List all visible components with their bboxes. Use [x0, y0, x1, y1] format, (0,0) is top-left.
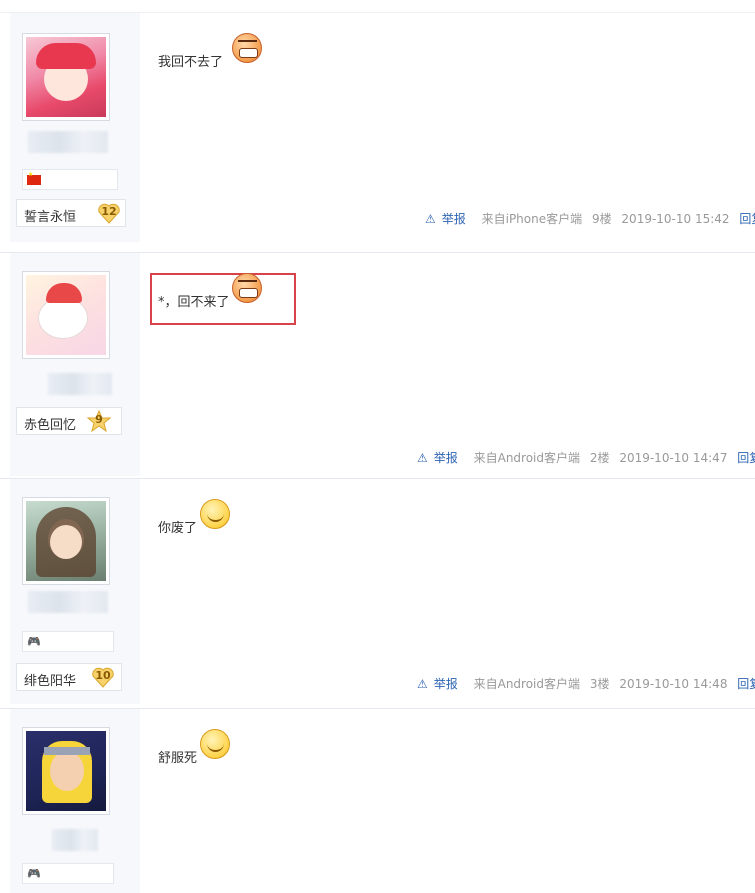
post-time: 2019-10-10 14:48 [619, 677, 728, 691]
post-floor-3: 🎮 绯色阳华 10 你废了 ⚠ 举报 来自Android客户端 3楼 2019-1… [0, 478, 755, 704]
level-box[interactable]: 誓言永恒 12 [16, 199, 126, 227]
reply-link[interactable]: 回复 [737, 451, 755, 465]
post-meta: ⚠举报 来自iPhone客户端 9楼 2019-10-10 15:42 回复 [425, 210, 755, 227]
client-source: 来自Android客户端 [473, 677, 581, 691]
level-star-icon: 9 [86, 409, 112, 433]
badge-box [22, 169, 118, 190]
post-time: 2019-10-10 14:47 [619, 451, 728, 465]
post-message: *，回不来了 [158, 295, 230, 310]
smile-face-icon [200, 499, 230, 529]
angry-face-icon [232, 273, 262, 303]
post-time: 2019-10-10 15:42 [621, 212, 730, 226]
reply-link[interactable]: 回复 [739, 212, 755, 226]
avatar[interactable] [22, 497, 110, 585]
angry-face-icon [232, 33, 262, 63]
post-floor-4: 🎮 舒服死 [0, 708, 755, 893]
post-floor-9: 誓言永恒 12 我回不去了 ⚠举报 来自iPhone客户端 9楼 2019-10… [0, 12, 755, 242]
warning-icon: ⚠ [425, 212, 436, 226]
china-flag-icon [27, 171, 41, 185]
post-message: 我回不去了 [158, 55, 224, 70]
level-number: 10 [95, 669, 111, 682]
report-link[interactable]: ⚠ 举报 [417, 677, 464, 691]
post-meta: ⚠举报 来自Android客户端 3楼 2019-10-10 14:48 回复 [417, 675, 755, 692]
floor-number: 3楼 [589, 677, 610, 691]
game-icon: 🎮 [27, 635, 41, 648]
smile-face-icon [200, 729, 230, 759]
level-box[interactable]: 绯色阳华 10 [16, 663, 122, 691]
warning-icon: ⚠ [417, 677, 428, 691]
floor-number: 2楼 [589, 451, 610, 465]
avatar[interactable] [22, 33, 110, 121]
post-floor-2: 赤色回忆 9 *，回不来了 ⚠ 举报 来自Android客户端 2楼 2019-1… [0, 252, 755, 476]
warning-icon: ⚠ [417, 451, 428, 465]
post-message: 舒服死 [158, 751, 198, 766]
level-heart-icon: 12 [97, 202, 121, 224]
level-name: 绯色阳华 [24, 674, 77, 689]
username-blurred[interactable] [28, 591, 108, 613]
level-name: 誓言永恒 [24, 210, 77, 225]
username-blurred[interactable] [48, 373, 112, 395]
floor-number: 9楼 [591, 212, 612, 226]
avatar[interactable] [22, 727, 110, 815]
badge-box: 🎮 [22, 631, 114, 652]
level-name: 赤色回忆 [24, 418, 77, 433]
level-number: 9 [95, 413, 103, 426]
reply-link[interactable]: 回复 [737, 677, 755, 691]
avatar[interactable] [22, 271, 110, 359]
client-source: 来自Android客户端 [473, 451, 581, 465]
post-message: 你废了 [158, 521, 198, 536]
badge-box: 🎮 [22, 863, 114, 884]
level-box[interactable]: 赤色回忆 9 [16, 407, 122, 435]
game-icon: 🎮 [27, 867, 41, 880]
username-blurred[interactable] [28, 131, 108, 153]
username-blurred[interactable] [52, 829, 98, 851]
level-heart-icon: 10 [91, 666, 115, 688]
report-link[interactable]: ⚠ 举报 [425, 212, 472, 226]
client-source: 来自iPhone客户端 [481, 212, 583, 226]
report-link[interactable]: ⚠ 举报 [417, 451, 464, 465]
level-number: 12 [101, 205, 117, 218]
post-meta: ⚠举报 来自Android客户端 2楼 2019-10-10 14:47 回复 [417, 449, 755, 466]
